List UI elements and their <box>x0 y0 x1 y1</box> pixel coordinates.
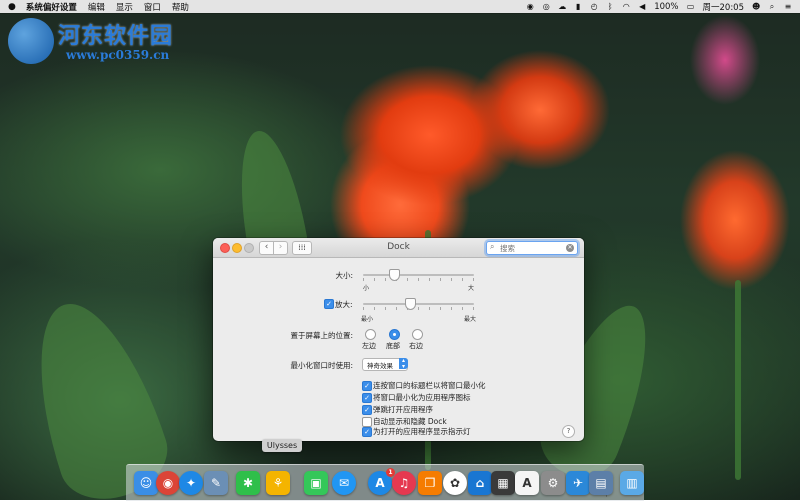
photos-icon[interactable]: ✿ <box>443 471 467 495</box>
help-button[interactable]: ? <box>562 425 575 438</box>
position-left-radio[interactable] <box>365 329 376 340</box>
ulysses-icon[interactable]: ⚘ <box>266 471 290 495</box>
wifi-icon[interactable]: ◠ <box>622 2 630 11</box>
mindnode-icon[interactable]: ✱ <box>236 471 260 495</box>
size-min-label: 小 <box>363 285 370 292</box>
popup-arrows-icon: ▴ ▾ <box>399 358 408 369</box>
option-checkbox-3[interactable] <box>362 417 372 427</box>
position-right-radio[interactable] <box>412 329 423 340</box>
cloud-icon[interactable]: ☁ <box>558 2 566 11</box>
bluetooth-icon[interactable]: ᛒ <box>606 2 614 11</box>
menu-app-name[interactable]: 系统偏好设置 <box>26 1 77 13</box>
menu-window[interactable]: 窗口 <box>144 1 161 13</box>
app-store-icon[interactable]: A1 <box>368 468 395 495</box>
minimize-effect-value: 神奇效果 <box>367 362 393 370</box>
dictionary-icon[interactable]: A <box>515 471 539 495</box>
option-checkbox-1[interactable]: ✓ <box>362 393 372 403</box>
search-field[interactable]: ⌕ ✕ <box>486 241 578 255</box>
apple-menu-icon[interactable]: ● <box>8 2 16 12</box>
option-label-1: 将窗口最小化为应用程序图标 <box>373 393 471 402</box>
preview-icon[interactable]: ✎ <box>204 471 228 495</box>
watermark-logo-icon <box>8 18 54 64</box>
option-label-2: 弹跳打开应用程序 <box>373 405 433 414</box>
option-checkbox-4[interactable]: ✓ <box>362 427 372 437</box>
option-label-4: 为打开的应用程序显示指示灯 <box>373 427 471 436</box>
circle-icon[interactable]: ◎ <box>542 2 550 11</box>
watermark-title: 河东软件园 <box>58 24 174 49</box>
minimize-effect-label: 最小化窗口时使用: <box>290 361 353 370</box>
magnification-min-label: 最小 <box>361 316 374 323</box>
messages-icon[interactable]: ✉ <box>332 471 356 495</box>
downloads-folder-icon[interactable]: ▥ <box>620 471 644 495</box>
position-left-label: 左边 <box>362 342 376 350</box>
size-slider-ticks <box>363 278 474 281</box>
battery-icon[interactable]: ▭ <box>687 2 695 11</box>
option-label-0: 连按窗口的标题栏以将窗口最小化 <box>373 381 486 390</box>
search-icon: ⌕ <box>490 242 495 251</box>
dock-preferences-window: ‹ › ⁞⁞⁞ Dock ⌕ ✕ 大小: 小 大 ✓ 放大: 最小 最大 置于屏… <box>213 238 584 441</box>
magnification-label: 放大: <box>335 300 353 309</box>
ibooks-icon[interactable]: ❐ <box>418 471 442 495</box>
image-capture-icon[interactable]: ▤ <box>589 471 613 495</box>
keynote-icon[interactable]: ⌂ <box>468 471 492 495</box>
battery-percent[interactable]: 100% <box>654 2 678 12</box>
option-checkbox-2[interactable]: ✓ <box>362 405 372 415</box>
watermark-logo: 河东软件园 www.pc0359.cn <box>8 16 223 68</box>
minimize-effect-popup[interactable]: 神奇效果 ▴ ▾ <box>362 358 408 371</box>
lock-icon[interactable]: ▮ <box>574 2 582 11</box>
chrome-icon[interactable]: ◉ <box>156 471 180 495</box>
clear-search-icon[interactable]: ✕ <box>566 244 574 252</box>
spotlight-icon[interactable]: ⌕ <box>768 2 776 11</box>
menu-bar: ● 系统偏好设置 编辑 显示 窗口 帮助 ◉ ◎ ☁ ▮ ◴ ᛒ ◠ ◀ 100… <box>0 0 800 13</box>
magnification-slider[interactable] <box>363 298 474 310</box>
notification-center-icon[interactable]: ≡ <box>784 2 792 11</box>
safari-icon[interactable]: ✦ <box>179 471 203 495</box>
size-slider-knob[interactable] <box>389 269 401 281</box>
xcode-icon[interactable]: ✈ <box>566 471 590 495</box>
time-machine-icon[interactable]: ◴ <box>590 2 598 11</box>
menu-edit[interactable]: 编辑 <box>88 1 105 13</box>
magnification-checkbox[interactable]: ✓ <box>324 299 334 309</box>
dock: ☺ ◉ ✦ ✎ ✱ ⚘ ▣ ✉ A 1 ♫ ❐ ✿ ⌂ ▦ A ⚙ ✈ ▤ ▥ <box>126 464 644 501</box>
dock-tooltip: Ulysses <box>262 439 302 452</box>
menu-view[interactable]: 显示 <box>116 1 133 13</box>
search-input[interactable] <box>500 242 560 254</box>
size-label: 大小: <box>335 271 353 280</box>
size-max-label: 大 <box>468 285 475 292</box>
menu-clock[interactable]: 周一20:05 <box>703 1 745 13</box>
position-label: 置于屏幕上的位置: <box>290 331 353 340</box>
music-icon[interactable]: ♫ <box>392 471 416 495</box>
option-checkbox-0[interactable]: ✓ <box>362 381 372 391</box>
position-right-label: 右边 <box>409 342 423 350</box>
facetime-icon[interactable]: ▣ <box>304 471 328 495</box>
magnification-slider-ticks <box>363 307 474 310</box>
window-titlebar[interactable]: ‹ › ⁞⁞⁞ Dock ⌕ ✕ <box>213 238 584 258</box>
volume-icon[interactable]: ◀ <box>638 2 646 11</box>
size-slider[interactable] <box>363 269 474 281</box>
watermark-url: www.pc0359.cn <box>66 48 170 62</box>
user-icon[interactable]: ☻ <box>752 2 760 11</box>
photo-booth-icon[interactable]: ▦ <box>491 471 515 495</box>
magnification-max-label: 最大 <box>464 316 477 323</box>
magnification-slider-knob[interactable] <box>404 298 416 310</box>
position-bottom-label: 底部 <box>386 342 400 350</box>
menu-bar-tray: ◉ ◎ ☁ ▮ ◴ ᛒ ◠ ◀ 100% ▭ 周一20:05 ☻ ⌕ ≡ <box>526 1 800 13</box>
finder-icon[interactable]: ☺ <box>134 471 158 495</box>
tulip-stem <box>735 280 741 480</box>
menu-help[interactable]: 帮助 <box>172 1 189 13</box>
system-preferences-icon[interactable]: ⚙ <box>541 471 565 495</box>
record-icon[interactable]: ◉ <box>526 2 534 11</box>
position-bottom-radio[interactable] <box>389 329 400 340</box>
